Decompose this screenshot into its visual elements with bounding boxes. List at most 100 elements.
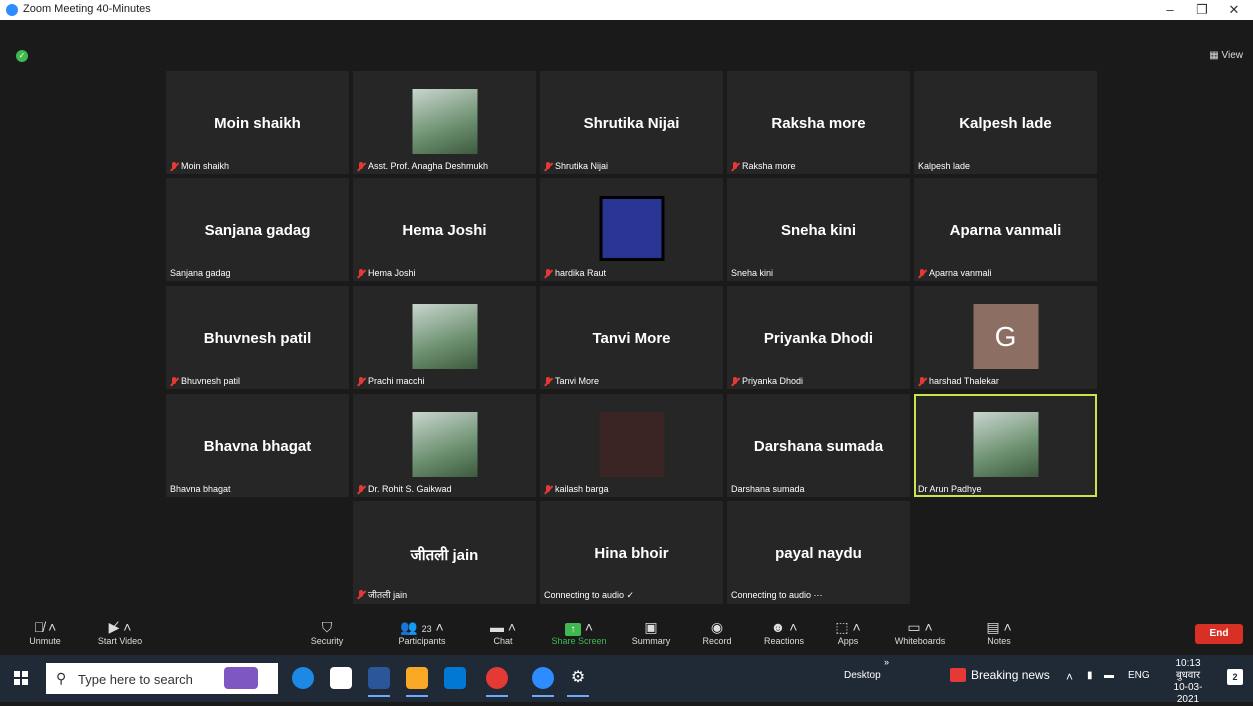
participant-screen-image [599, 196, 664, 261]
start-video-button[interactable]: ▶̸ ˄ Start Video [92, 618, 148, 646]
tray-mic-icon[interactable]: ▮ [1087, 670, 1093, 681]
participant-tile[interactable]: Dr Arun Padhye [914, 394, 1097, 497]
word-icon[interactable] [368, 667, 390, 697]
reactions-button[interactable]: ☻ ˄ Reactions [757, 618, 811, 646]
participant-tile[interactable]: Moin shaikh Moin shaikh [166, 71, 349, 174]
participant-label-text: Asst. Prof. Anagha Deshmukh [368, 161, 489, 171]
participant-tile[interactable]: जीतली jain जीतली jain [353, 501, 536, 604]
chrome-icon[interactable] [486, 667, 508, 697]
participant-label-text: Hema Joshi [368, 268, 416, 278]
language-indicator[interactable]: ENG [1128, 670, 1150, 681]
participant-label: Moin shaikh [170, 161, 229, 171]
apps-icon: ⬚ ˄ [835, 619, 861, 635]
participant-label-text: Raksha more [742, 161, 796, 171]
close-icon[interactable]: ✕ [1224, 2, 1244, 18]
participant-tile[interactable]: Shrutika Nijai Shrutika Nijai [540, 71, 723, 174]
zoom-taskbar-icon[interactable] [532, 667, 554, 697]
news-widget-icon[interactable] [224, 667, 258, 689]
participant-avatar: G [973, 304, 1038, 369]
whiteboard-icon: ▭ ˄ [907, 619, 933, 635]
participant-tile[interactable]: Kalpesh lade Kalpesh lade [914, 71, 1097, 174]
participant-tile[interactable]: Aparna vanmali Aparna vanmali [914, 178, 1097, 281]
shield-icon: ⛉ [321, 619, 333, 635]
participant-name-large: Shrutika Nijai [583, 115, 680, 132]
unmute-button[interactable]: 🎙̸ ˄ Unmute [24, 618, 66, 646]
participant-tile[interactable]: Raksha more Raksha more [727, 71, 910, 174]
participant-tile[interactable]: Hema Joshi Hema Joshi [353, 178, 536, 281]
participant-tile[interactable]: Priyanka Dhodi Priyanka Dhodi [727, 286, 910, 389]
restore-icon[interactable]: ❐ [1192, 2, 1212, 18]
participants-button[interactable]: 👥 23 ˄ Participants [384, 618, 460, 646]
end-meeting-button[interactable]: End [1195, 624, 1243, 644]
participant-photo [412, 412, 477, 477]
participant-label: जीतली jain [357, 588, 407, 601]
participant-tile[interactable]: Tanvi More Tanvi More [540, 286, 723, 389]
participant-tile[interactable]: Bhavna bhagat Bhavna bhagat [166, 394, 349, 497]
title-bar: Zoom Meeting 40-Minutes – ❐ ✕ [0, 0, 1253, 20]
video-gallery: ✓ ▦ View Moin shaikh Moin shaikh Asst. Pro… [0, 20, 1253, 614]
store-icon[interactable] [330, 667, 352, 689]
participant-tile[interactable]: Darshana sumada Darshana sumada [727, 394, 910, 497]
desktop-toolbar-label[interactable]: Desktop [844, 670, 881, 681]
participant-tile[interactable]: Prachi macchi [353, 286, 536, 389]
clock[interactable]: 10:13 बुधवार 10-03-2021 [1168, 658, 1208, 706]
share-screen-button[interactable]: ↑ ˄ Share Screen [546, 618, 612, 646]
mic-muted-icon [357, 268, 365, 278]
mic-muted-icon [918, 376, 926, 386]
tray-overflow-icon[interactable]: ˄ [1066, 670, 1073, 684]
participant-tile[interactable]: kailash barga [540, 394, 723, 497]
participant-tile[interactable]: hardika Raut [540, 178, 723, 281]
toolbar-expand-icon[interactable]: » [884, 657, 889, 667]
participant-label-text: Aparna vanmali [929, 268, 992, 278]
participant-label: Dr. Rohit S. Gaikwad [357, 484, 452, 494]
participant-label-text: Tanvi More [555, 376, 600, 386]
participant-label: Sneha kini [731, 268, 773, 278]
participant-name-large: Priyanka Dhodi [763, 330, 874, 347]
apps-button[interactable]: ⬚ ˄ Apps [828, 618, 868, 646]
windows-start-icon[interactable] [14, 671, 28, 685]
participant-label-text: Prachi macchi [368, 376, 425, 386]
participant-label-text: जीतली jain [368, 590, 408, 600]
participant-tile[interactable]: Sneha kini Sneha kini [727, 178, 910, 281]
participant-label-text: harshad Thalekar [929, 376, 999, 386]
participants-icon: 👥 [400, 619, 418, 635]
mic-muted-icon [544, 484, 552, 494]
participant-tile[interactable]: payal naydu Connecting to audio ⋯ [727, 501, 910, 604]
whiteboards-button[interactable]: ▭ ˄ Whiteboards [887, 618, 953, 646]
participant-name-large: Raksha more [771, 115, 866, 132]
participant-tile[interactable]: Bhuvnesh patil Bhuvnesh patil [166, 286, 349, 389]
participant-tile[interactable]: Asst. Prof. Anagha Deshmukh [353, 71, 536, 174]
participant-label-text: Darshana sumada [731, 484, 805, 494]
chat-button[interactable]: ▬ ˄ Chat [486, 618, 520, 646]
participant-photo [412, 89, 477, 154]
participant-name-large: Aparna vanmali [949, 222, 1062, 239]
participant-label-text: Bhuvnesh patil [181, 376, 241, 386]
notes-icon: ▤ ˄ [986, 619, 1012, 635]
security-button[interactable]: ⛉ Security [306, 618, 348, 646]
summary-button[interactable]: ▣ Summary [626, 618, 676, 646]
video-off-icon: ▶̸ ˄ [108, 619, 132, 635]
participant-tile[interactable]: Hina bhoir Connecting to audio ✓ [540, 501, 723, 604]
record-button[interactable]: ◉ Record [697, 618, 737, 646]
edge-browser-icon[interactable] [292, 667, 314, 689]
search-icon: ⚲ [56, 670, 67, 686]
participant-label: Dr Arun Padhye [918, 484, 982, 494]
network-icon[interactable]: ▬ [1104, 670, 1114, 681]
participant-label: Raksha more [731, 161, 796, 171]
participant-label: Asst. Prof. Anagha Deshmukh [357, 161, 488, 171]
security-shield-icon[interactable]: ✓ [16, 50, 28, 62]
mail-icon[interactable] [444, 667, 466, 689]
participant-tile[interactable]: Gharshad Thalekar [914, 286, 1097, 389]
view-button[interactable]: ▦ View [1209, 50, 1243, 61]
participant-label-text: kailash barga [555, 484, 609, 494]
participant-label: harshad Thalekar [918, 376, 999, 386]
participant-tile[interactable]: Dr. Rohit S. Gaikwad [353, 394, 536, 497]
notifications-icon[interactable]: 2 [1227, 669, 1243, 685]
participant-tile[interactable]: Sanjana gadag Sanjana gadag [166, 178, 349, 281]
participant-label-text: Dr Arun Padhye [918, 484, 982, 494]
settings-gear-icon[interactable]: ⚙ [567, 667, 589, 697]
notes-button[interactable]: ▤ ˄ Notes [976, 618, 1022, 646]
minimize-icon[interactable]: – [1160, 2, 1180, 17]
file-explorer-icon[interactable] [406, 667, 428, 697]
breaking-news-widget[interactable]: Breaking news [950, 668, 1050, 682]
